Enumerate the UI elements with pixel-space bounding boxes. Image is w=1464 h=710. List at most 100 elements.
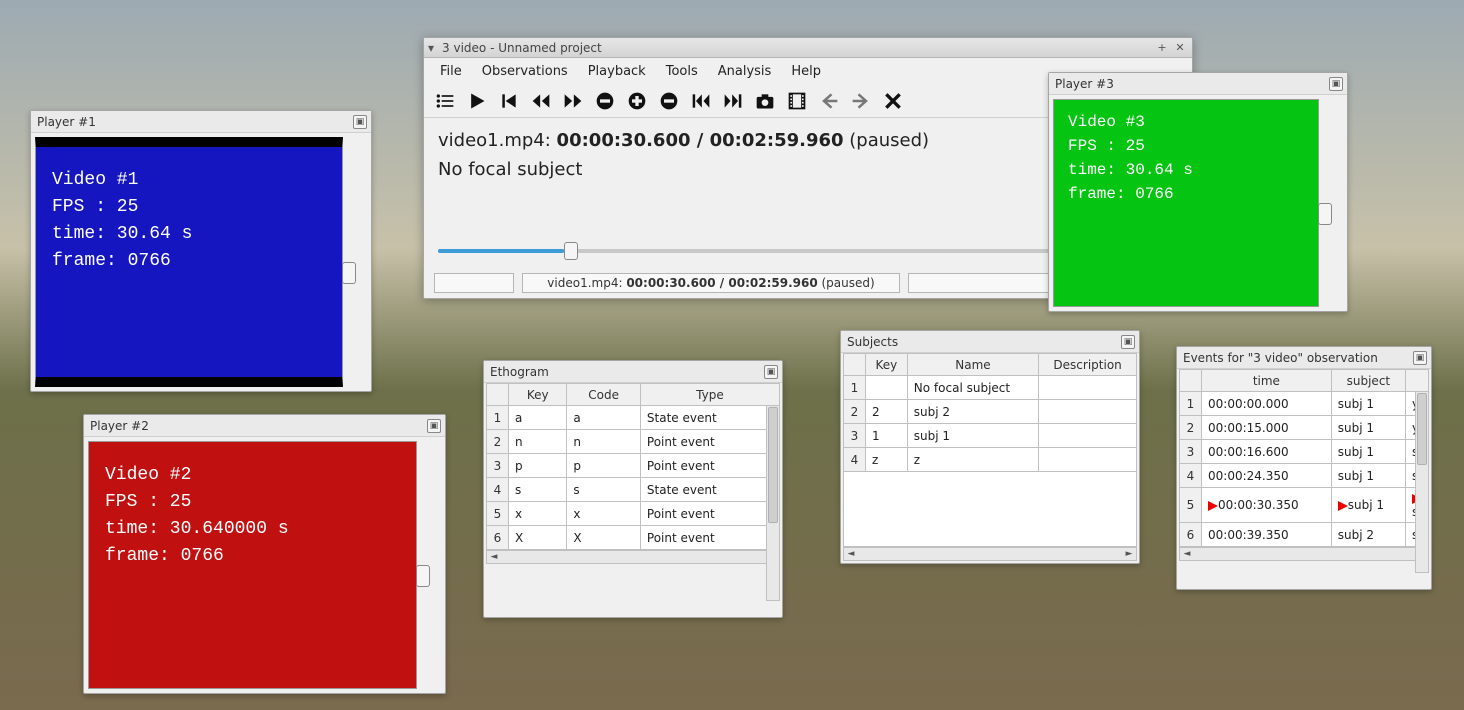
- timecode: 00:00:30.600 / 00:02:59.960: [557, 130, 844, 151]
- hscroll[interactable]: ◄►: [1179, 547, 1429, 561]
- vscroll[interactable]: [1415, 391, 1429, 573]
- film-icon[interactable]: [784, 88, 810, 114]
- col-behav[interactable]: [1406, 370, 1429, 392]
- table-row[interactable]: 100:00:00.000subj 1y: [1180, 392, 1429, 416]
- col-subject[interactable]: subject: [1331, 370, 1405, 392]
- play-icon[interactable]: [464, 88, 490, 114]
- vscroll[interactable]: [766, 405, 780, 601]
- table-row[interactable]: 31subj 1: [844, 424, 1137, 448]
- list-icon[interactable]: [432, 88, 458, 114]
- p3-l2: FPS : 25: [1068, 134, 1304, 158]
- col-code[interactable]: Code: [567, 384, 640, 406]
- close-obs-icon[interactable]: [880, 88, 906, 114]
- menu-tools[interactable]: Tools: [656, 61, 708, 82]
- jump-back-icon[interactable]: [688, 88, 714, 114]
- table-row[interactable]: 400:00:24.350subj 1s: [1180, 464, 1429, 488]
- play-state: (paused): [844, 130, 930, 151]
- menu-playback[interactable]: Playback: [578, 61, 656, 82]
- table-row[interactable]: 500:00:30.350subj 1s: [1180, 488, 1429, 523]
- minimize-button[interactable]: +: [1154, 41, 1170, 55]
- speed-down-icon[interactable]: [656, 88, 682, 114]
- player-2-panel: Player #2 ▣ Video #2 FPS : 25 time: 30.6…: [83, 414, 446, 694]
- cursor-arrow-icon: [1338, 501, 1348, 511]
- rewind-icon[interactable]: [528, 88, 554, 114]
- float-icon[interactable]: ▣: [1413, 351, 1427, 365]
- player-2-video[interactable]: Video #2 FPS : 25 time: 30.640000 s fram…: [88, 441, 417, 689]
- events-title: Events for "3 video" observation: [1181, 351, 1413, 365]
- table-row[interactable]: 6XXPoint event: [487, 526, 780, 550]
- rowheader: [844, 354, 866, 376]
- jump-fwd-icon[interactable]: [720, 88, 746, 114]
- table-row[interactable]: 3ppPoint event: [487, 454, 780, 478]
- table-row[interactable]: 4ssState event: [487, 478, 780, 502]
- menu-analysis[interactable]: Analysis: [708, 61, 782, 82]
- snapshot-icon[interactable]: [752, 88, 778, 114]
- subjects-panel: Subjects ▣ Key Name Description 1No foca…: [840, 330, 1140, 564]
- events-table[interactable]: time subject 100:00:00.000subj 1y200:00:…: [1179, 369, 1429, 547]
- float-icon[interactable]: ▣: [764, 365, 778, 379]
- table-row[interactable]: 300:00:16.600subj 1s: [1180, 440, 1429, 464]
- col-key[interactable]: Key: [866, 354, 908, 376]
- table-row[interactable]: 5xxPoint event: [487, 502, 780, 526]
- float-icon[interactable]: ▣: [1121, 335, 1135, 349]
- ethogram-table[interactable]: Key Code Type 1aaState event2nnPoint eve…: [486, 383, 780, 550]
- table-row[interactable]: 22subj 2: [844, 400, 1137, 424]
- hscroll[interactable]: ◄►: [486, 550, 780, 564]
- menu-help[interactable]: Help: [781, 61, 831, 82]
- player-1-title: Player #1: [35, 115, 353, 129]
- player-1-volume[interactable]: [347, 137, 367, 387]
- menu-file[interactable]: File: [430, 61, 472, 82]
- col-desc[interactable]: Description: [1039, 354, 1137, 376]
- table-row[interactable]: 200:00:15.000subj 1y: [1180, 416, 1429, 440]
- player-1-titlebar[interactable]: Player #1 ▣: [31, 111, 371, 133]
- p2-l4: frame: 0766: [105, 543, 400, 570]
- skip-back-icon[interactable]: [496, 88, 522, 114]
- col-name[interactable]: Name: [907, 354, 1038, 376]
- table-row[interactable]: 4zz: [844, 448, 1137, 472]
- player-3-titlebar[interactable]: Player #3 ▣: [1049, 73, 1347, 95]
- player-2-titlebar[interactable]: Player #2 ▣: [84, 415, 445, 437]
- float-icon[interactable]: ▣: [1329, 77, 1343, 91]
- reset-speed-icon[interactable]: [592, 88, 618, 114]
- player-3-title: Player #3: [1053, 77, 1329, 91]
- float-icon[interactable]: ▣: [353, 115, 367, 129]
- subjects-title: Subjects: [845, 335, 1121, 349]
- ethogram-titlebar[interactable]: Ethogram ▣: [484, 361, 782, 383]
- video-name: video1.mp4:: [438, 130, 557, 151]
- hscroll[interactable]: ◄►: [843, 547, 1137, 561]
- main-titlebar[interactable]: ▾ 3 video - Unnamed project + ✕: [424, 38, 1192, 58]
- ffwd-icon[interactable]: [560, 88, 586, 114]
- rowheader: [487, 384, 509, 406]
- arrow-right-icon[interactable]: [848, 88, 874, 114]
- table-row[interactable]: 2nnPoint event: [487, 430, 780, 454]
- col-time[interactable]: time: [1202, 370, 1332, 392]
- table-row[interactable]: 600:00:39.350subj 2s: [1180, 523, 1429, 547]
- player-3-video[interactable]: Video #3 FPS : 25 time: 30.64 s frame: 0…: [1053, 99, 1319, 307]
- player-1-video[interactable]: Video #1 FPS : 25 time: 30.64 s frame: 0…: [35, 137, 343, 387]
- player-1-panel: Player #1 ▣ Video #1 FPS : 25 time: 30.6…: [30, 110, 372, 392]
- p3-l1: Video #3: [1068, 110, 1304, 134]
- p2-l3: time: 30.640000 s: [105, 516, 400, 543]
- menu-observations[interactable]: Observations: [472, 61, 578, 82]
- ethogram-panel: Ethogram ▣ Key Code Type 1aaState event2…: [483, 360, 783, 618]
- subjects-titlebar[interactable]: Subjects ▣: [841, 331, 1139, 353]
- arrow-left-icon[interactable]: [816, 88, 842, 114]
- table-row[interactable]: 1aaState event: [487, 406, 780, 430]
- player-3-volume[interactable]: [1323, 99, 1343, 307]
- p2-l1: Video #2: [105, 462, 400, 489]
- p1-l2: FPS : 25: [52, 194, 326, 221]
- col-key[interactable]: Key: [509, 384, 567, 406]
- rowheader: [1180, 370, 1202, 392]
- p1-l4: frame: 0766: [52, 248, 326, 275]
- player-2-volume[interactable]: [421, 441, 441, 689]
- table-row[interactable]: 1No focal subject: [844, 376, 1137, 400]
- window-menu-icon[interactable]: ▾: [428, 41, 434, 55]
- events-titlebar[interactable]: Events for "3 video" observation ▣: [1177, 347, 1431, 369]
- col-type[interactable]: Type: [640, 384, 779, 406]
- float-icon[interactable]: ▣: [427, 419, 441, 433]
- subjects-table[interactable]: Key Name Description 1No focal subject22…: [843, 353, 1137, 472]
- close-button[interactable]: ✕: [1172, 41, 1188, 55]
- status-timecode: video1.mp4: 00:00:30.600 / 00:02:59.960 …: [522, 273, 900, 293]
- p1-l3: time: 30.64 s: [52, 221, 326, 248]
- speed-up-icon[interactable]: [624, 88, 650, 114]
